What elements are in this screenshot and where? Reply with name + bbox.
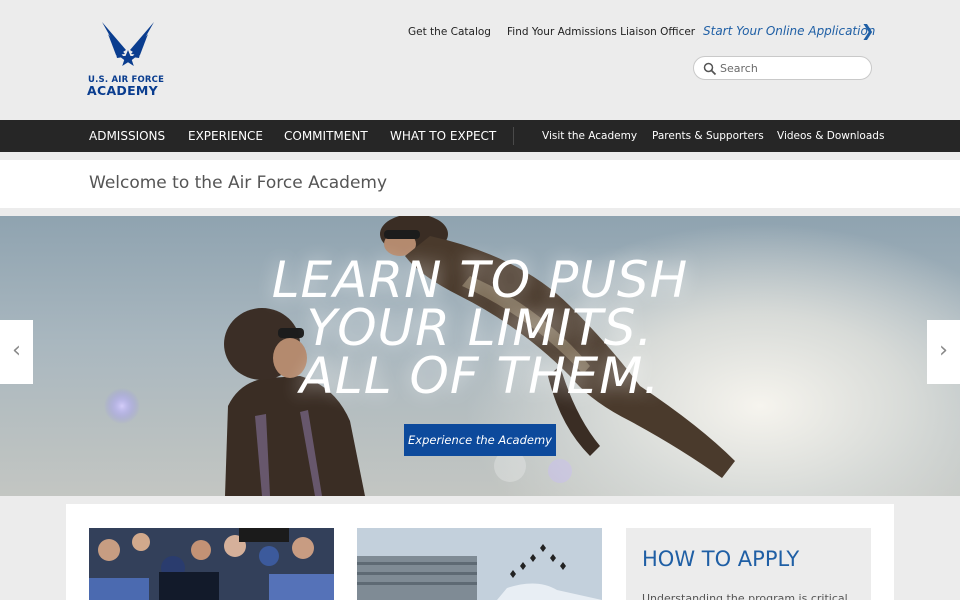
header: U.S. AIR FORCE ACADEMY Get the Catalog F… bbox=[0, 0, 960, 120]
hero-headline-line-1: LEARN TO PUSH bbox=[271, 251, 689, 309]
find-liaison-link[interactable]: Find Your Admissions Liaison Officer bbox=[507, 26, 695, 38]
nav-parents-supporters[interactable]: Parents & Supporters bbox=[652, 130, 764, 142]
search-box[interactable] bbox=[693, 56, 872, 80]
arrow-right-icon: › bbox=[939, 338, 948, 363]
search-icon bbox=[703, 62, 717, 76]
arrow-left-icon: ‹ bbox=[12, 338, 21, 363]
how-to-apply-text: Understanding the program is critical bbox=[642, 592, 848, 600]
experience-academy-button[interactable]: Experience the Academy bbox=[404, 424, 556, 456]
feature-card-flyover[interactable] bbox=[357, 528, 602, 600]
nav-experience[interactable]: EXPERIENCE bbox=[188, 129, 263, 143]
how-to-apply-card[interactable]: HOW TO APPLY Understanding the program i… bbox=[626, 528, 871, 600]
utility-links: Get the Catalog Find Your Admissions Lia… bbox=[0, 21, 960, 42]
chevron-right-icon[interactable]: ❯ bbox=[861, 21, 874, 40]
logo-line-2: ACADEMY bbox=[87, 83, 159, 98]
nav-visit-academy[interactable]: Visit the Academy bbox=[542, 130, 637, 142]
hero-headline: LEARN TO PUSH YOUR LIMITS. ALL OF THEM. bbox=[0, 251, 960, 405]
carousel-next-button[interactable]: › bbox=[927, 320, 960, 384]
start-application-link[interactable]: Start Your Online Application bbox=[703, 24, 875, 38]
nav-divider bbox=[513, 127, 514, 145]
nav-videos-downloads[interactable]: Videos & Downloads bbox=[777, 130, 884, 142]
crowd-photo bbox=[89, 528, 334, 600]
flyover-photo bbox=[357, 528, 602, 600]
nav-commitment[interactable]: COMMITMENT bbox=[284, 129, 368, 143]
hero-headline-line-3: ALL OF THEM. bbox=[299, 347, 661, 405]
feature-card-crowd[interactable] bbox=[89, 528, 334, 600]
hero-headline-line-2: YOUR LIMITS. bbox=[306, 299, 654, 357]
how-to-apply-title: HOW TO APPLY bbox=[642, 547, 800, 571]
carousel-prev-button[interactable]: ‹ bbox=[0, 320, 33, 384]
nav-admissions[interactable]: ADMISSIONS bbox=[89, 129, 165, 143]
get-catalog-link[interactable]: Get the Catalog bbox=[408, 26, 491, 38]
feature-section: HOW TO APPLY Understanding the program i… bbox=[66, 504, 894, 600]
page-title: Welcome to the Air Force Academy bbox=[89, 173, 388, 193]
search-input[interactable] bbox=[720, 60, 865, 77]
main-nav: ADMISSIONS EXPERIENCE COMMITMENT WHAT TO… bbox=[0, 120, 960, 152]
hero-carousel: LEARN TO PUSH YOUR LIMITS. ALL OF THEM. … bbox=[0, 216, 960, 496]
welcome-bar: Welcome to the Air Force Academy bbox=[0, 160, 960, 208]
nav-what-to-expect[interactable]: WHAT TO EXPECT bbox=[390, 129, 496, 143]
